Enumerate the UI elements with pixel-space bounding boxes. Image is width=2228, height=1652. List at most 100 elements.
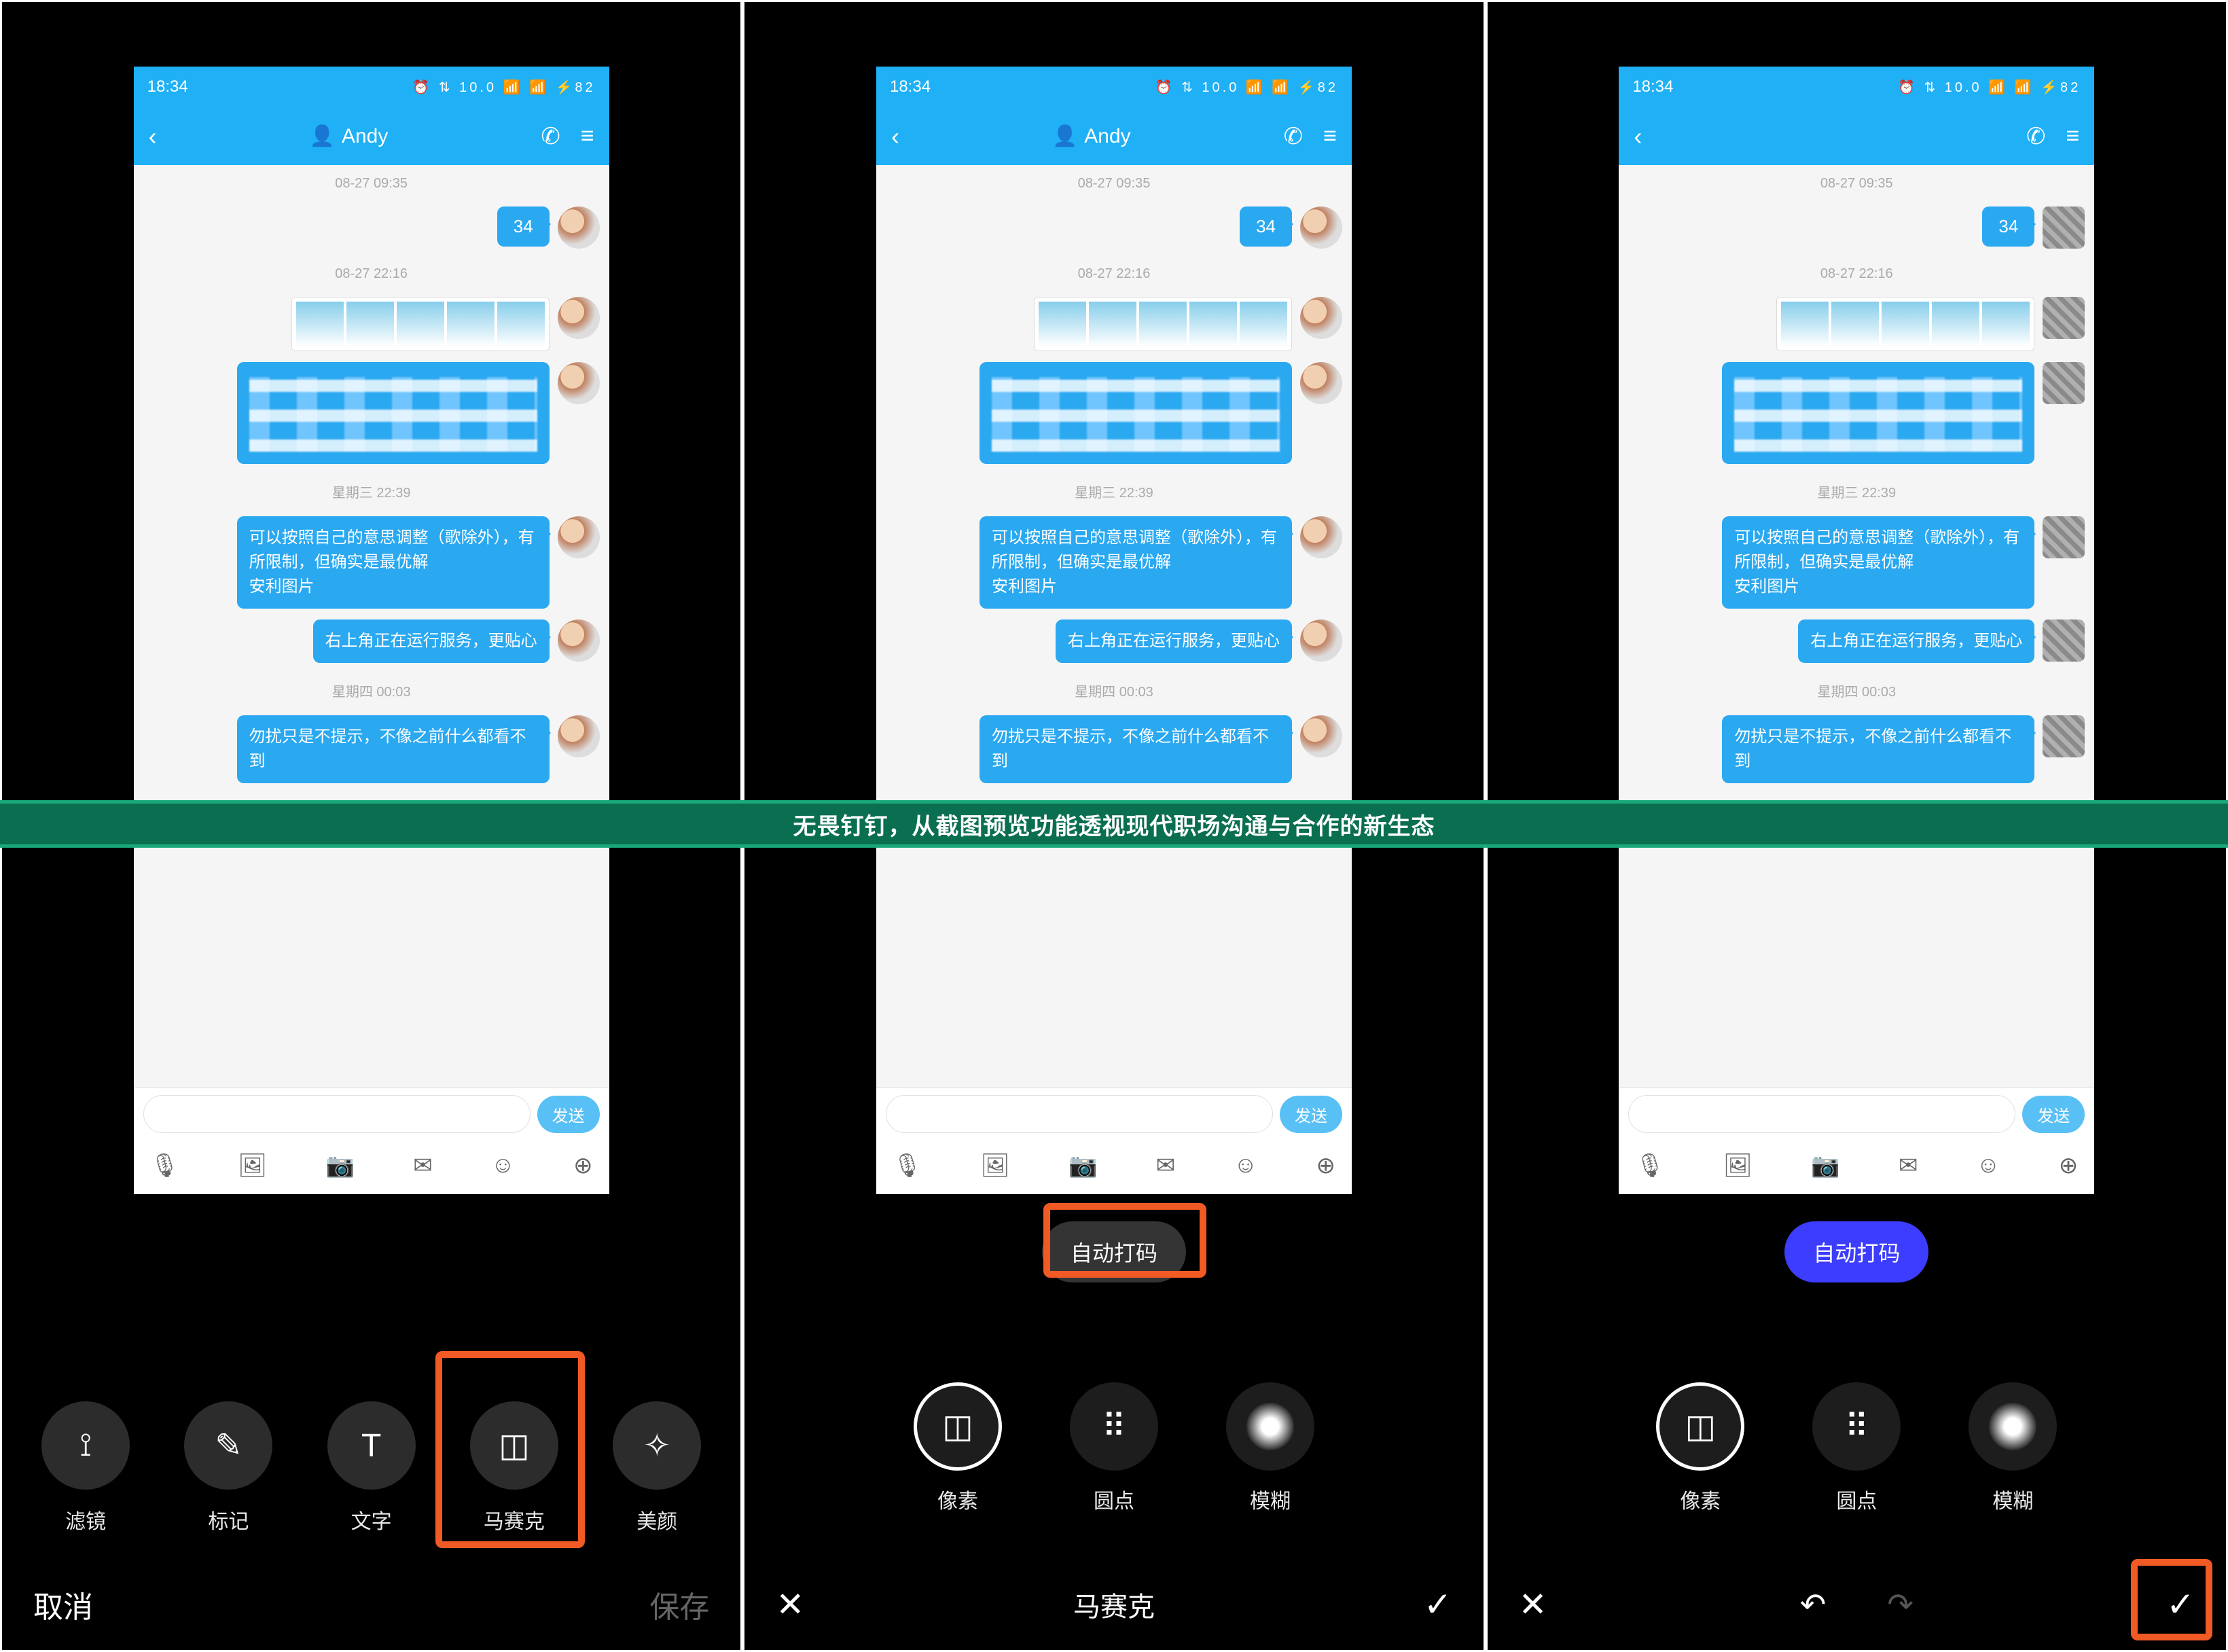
pixel-icon: ◫ bbox=[914, 1382, 1002, 1471]
timestamp: 星期三 22:39 bbox=[876, 471, 1352, 512]
dots-icon: ⠿ bbox=[1070, 1382, 1158, 1471]
avatar-pixelated bbox=[2043, 297, 2085, 339]
timestamp: 星期四 00:03 bbox=[134, 670, 609, 711]
timestamp: 星期四 00:03 bbox=[1619, 670, 2094, 711]
status-time: 18:34 bbox=[890, 77, 931, 96]
close-icon[interactable]: ✕ bbox=[776, 1585, 804, 1624]
editor-tool-row: ⟟滤镜 ✎标记 T文字 ◫马赛克 ✧美颜 bbox=[2, 1401, 740, 1534]
menu-icon[interactable]: ≡ bbox=[2066, 123, 2079, 150]
chat-header: ‹ 👤 Andy ✆ ≡ bbox=[134, 107, 609, 165]
timestamp: 08-27 09:35 bbox=[134, 165, 609, 202]
chat-header: ‹ ✆ ≡ bbox=[1619, 107, 2094, 165]
menu-icon[interactable]: ≡ bbox=[1323, 123, 1337, 150]
redpacket-icon[interactable]: ✉ bbox=[1899, 1152, 1918, 1179]
phone-icon[interactable]: ✆ bbox=[541, 123, 560, 150]
bottom-bar: ✕ 马赛克 ✓ bbox=[744, 1558, 1483, 1650]
redo-icon: ↷ bbox=[1887, 1586, 1913, 1623]
emoji-icon[interactable]: ☺ bbox=[1234, 1152, 1257, 1179]
avatar-pixelated bbox=[2043, 206, 2085, 249]
image-message bbox=[1776, 297, 2034, 351]
cancel-button[interactable]: 取消 bbox=[33, 1583, 93, 1626]
mic-icon[interactable]: 🎙 bbox=[893, 1152, 922, 1179]
style-dots[interactable]: ⠿圆点 bbox=[1070, 1382, 1158, 1514]
message-bubble: 勿扰只是不提示，不像之前什么都看不到 bbox=[980, 715, 1292, 783]
avatar bbox=[558, 715, 600, 757]
close-icon[interactable]: ✕ bbox=[1519, 1585, 1547, 1624]
avatar bbox=[1300, 297, 1342, 339]
camera-icon[interactable]: 📷 bbox=[1068, 1152, 1097, 1179]
chat-toolbar: 🎙 🖼 📷 ✉ ☺ ⊕ bbox=[134, 1140, 609, 1194]
redpacket-icon[interactable]: ✉ bbox=[413, 1152, 433, 1179]
chat-body: 08-27 09:35 34 08-27 22:16 星期三 22:39 可以按… bbox=[1619, 165, 2094, 1088]
back-icon[interactable]: ‹ bbox=[1634, 122, 1642, 151]
headline-text: 无畏钉钉，从截图预览功能透视现代职场沟通与合作的新生态 bbox=[793, 808, 1435, 841]
timestamp: 08-27 22:16 bbox=[1619, 255, 2094, 293]
message-bubble: 勿扰只是不提示，不像之前什么都看不到 bbox=[1722, 715, 2034, 783]
image-icon[interactable]: 🖼 bbox=[238, 1152, 267, 1179]
send-button[interactable]: 发送 bbox=[537, 1096, 600, 1133]
tool-mark[interactable]: ✎标记 bbox=[184, 1401, 272, 1534]
style-dots[interactable]: ⠿圆点 bbox=[1812, 1382, 1901, 1514]
send-button[interactable]: 发送 bbox=[1280, 1096, 1342, 1133]
phone-icon[interactable]: ✆ bbox=[2026, 123, 2046, 150]
mic-icon[interactable]: 🎙 bbox=[150, 1152, 179, 1179]
chat-input-bar: 发送 bbox=[134, 1088, 609, 1140]
style-blur[interactable]: 模糊 bbox=[1969, 1382, 2057, 1514]
highlight-mosaic-tool bbox=[435, 1351, 585, 1548]
camera-icon[interactable]: 📷 bbox=[326, 1152, 355, 1179]
back-icon[interactable]: ‹ bbox=[149, 122, 157, 151]
camera-icon[interactable]: 📷 bbox=[1811, 1152, 1839, 1179]
avatar bbox=[558, 620, 600, 662]
chat-input-bar: 发送 bbox=[876, 1088, 1352, 1140]
status-time: 18:34 bbox=[1632, 77, 1673, 96]
tool-text[interactable]: T文字 bbox=[327, 1401, 416, 1534]
undo-icon[interactable]: ↶ bbox=[1800, 1586, 1827, 1623]
pixel-icon: ◫ bbox=[1656, 1382, 1744, 1471]
avatar bbox=[1300, 715, 1342, 757]
chat-title: 👤 Andy bbox=[310, 124, 389, 148]
status-icons: ⏰ ⇅ 10.0 📶 📶 ⚡82 bbox=[1898, 79, 2081, 96]
chat-input[interactable] bbox=[886, 1095, 1273, 1133]
chat-input-bar: 发送 bbox=[1619, 1088, 2094, 1140]
image-icon[interactable]: 🖼 bbox=[1723, 1152, 1753, 1179]
mic-icon[interactable]: 🎙 bbox=[1635, 1152, 1664, 1179]
chat-input[interactable] bbox=[1628, 1095, 2015, 1133]
style-pixel[interactable]: ◫像素 bbox=[914, 1382, 1002, 1514]
chat-body: 08-27 09:35 34 08-27 22:16 星期三 22:39 可以按… bbox=[876, 165, 1352, 1088]
plus-icon[interactable]: ⊕ bbox=[1316, 1152, 1335, 1179]
menu-icon[interactable]: ≡ bbox=[581, 123, 594, 150]
tool-filter[interactable]: ⟟滤镜 bbox=[41, 1401, 130, 1534]
save-button[interactable]: 保存 bbox=[649, 1583, 709, 1626]
phone-icon[interactable]: ✆ bbox=[1284, 123, 1304, 150]
bottom-bar: 取消 保存 bbox=[2, 1558, 740, 1650]
status-bar: 18:34 ⏰ ⇅ 10.0 📶 📶 ⚡82 bbox=[876, 67, 1352, 107]
image-icon[interactable]: 🖼 bbox=[980, 1152, 1009, 1179]
chat-input[interactable] bbox=[143, 1095, 531, 1133]
avatar bbox=[558, 297, 600, 339]
back-icon[interactable]: ‹ bbox=[891, 122, 899, 151]
redpacket-icon[interactable]: ✉ bbox=[1156, 1152, 1176, 1179]
mosaic-style-row: ◫像素 ⠿圆点 模糊 bbox=[744, 1382, 1483, 1514]
emoji-icon[interactable]: ☺ bbox=[1977, 1152, 2000, 1179]
redacted-message bbox=[980, 362, 1292, 464]
plus-icon[interactable]: ⊕ bbox=[2059, 1152, 2079, 1179]
style-blur[interactable]: 模糊 bbox=[1226, 1382, 1314, 1514]
chat-body: 08-27 09:35 34 08-27 22:16 星期三 22:39 可以按… bbox=[134, 165, 609, 1088]
avatar bbox=[1300, 362, 1342, 404]
send-button[interactable]: 发送 bbox=[2022, 1096, 2085, 1133]
avatar-pixelated bbox=[2043, 362, 2085, 404]
avatar-pixelated bbox=[2043, 715, 2085, 757]
avatar bbox=[1300, 516, 1342, 558]
auto-mosaic-pill-active[interactable]: 自动打码 bbox=[1784, 1221, 1928, 1282]
text-icon: T bbox=[327, 1401, 416, 1490]
tool-beauty[interactable]: ✧美颜 bbox=[613, 1401, 701, 1534]
status-bar: 18:34 ⏰ ⇅ 10.0 📶 📶 ⚡82 bbox=[134, 67, 609, 107]
emoji-icon[interactable]: ☺ bbox=[491, 1152, 515, 1179]
beauty-icon: ✧ bbox=[613, 1401, 701, 1490]
confirm-icon[interactable]: ✓ bbox=[1424, 1585, 1452, 1624]
message-bubble: 34 bbox=[1982, 206, 2034, 247]
message-bubble: 可以按照自己的意思调整（歌除外），有所限制，但确实是最优解 安利图片 bbox=[980, 516, 1292, 609]
plus-icon[interactable]: ⊕ bbox=[573, 1152, 593, 1179]
style-pixel[interactable]: ◫像素 bbox=[1656, 1382, 1744, 1514]
avatar bbox=[1300, 206, 1342, 249]
